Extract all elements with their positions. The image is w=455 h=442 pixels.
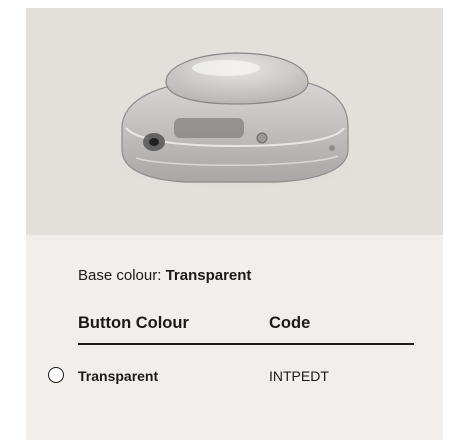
product-image <box>26 8 443 235</box>
column-header-code: Code <box>269 314 311 332</box>
column-header-button-colour: Button Colour <box>78 314 189 332</box>
screw <box>256 132 268 144</box>
colour-radio-transparent[interactable] <box>48 367 64 383</box>
base-colour-line: Base colour: Transparent <box>78 267 251 284</box>
switch-illustration <box>106 52 366 190</box>
product-card: Base colour: Transparent Button Colour C… <box>26 8 443 440</box>
switch-button-highlight <box>192 60 260 76</box>
cable-hole-inner <box>149 138 159 146</box>
row-code-transparent: INTPEDT <box>269 368 329 384</box>
internal-contacts <box>174 118 244 138</box>
header-divider <box>78 343 414 345</box>
base-colour-value: Transparent <box>165 267 252 284</box>
row-colour-transparent: Transparent <box>78 368 159 384</box>
base-colour-label: Base colour: <box>78 267 162 284</box>
